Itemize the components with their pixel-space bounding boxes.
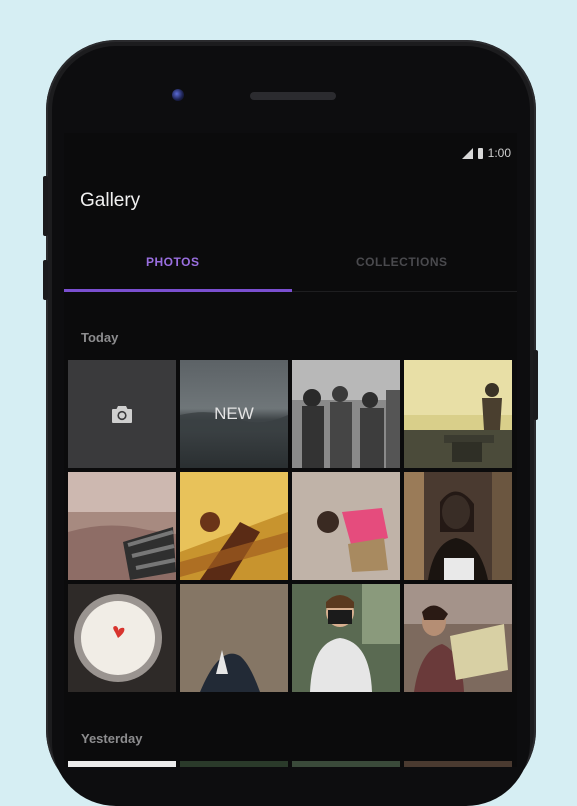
photo-thumbnail[interactable] [180, 472, 288, 580]
photo-thumbnail[interactable] [404, 584, 512, 692]
feet-photo-image [180, 584, 288, 692]
screen: 1:00 Gallery PHOTOS COLLECTIONS Today NE… [64, 133, 517, 767]
camera-icon [112, 406, 132, 423]
arm-photo-image [68, 472, 176, 580]
earpiece-speaker [250, 92, 336, 100]
new-badge: NEW [214, 404, 254, 423]
tab-collections[interactable]: COLLECTIONS [356, 255, 448, 269]
reading-photo-image [404, 584, 512, 692]
alert-slider [43, 260, 48, 300]
photo-thumbnail[interactable] [292, 584, 400, 692]
power-button [533, 350, 538, 420]
photo-grid-yesterday [68, 761, 517, 767]
photo-thumbnail[interactable] [68, 472, 176, 580]
signal-icon [461, 147, 473, 159]
status-time: 1:00 [487, 146, 511, 160]
tab-indicator [64, 289, 292, 292]
sunlight-photo-image [180, 472, 288, 580]
photo-thumbnail[interactable] [180, 761, 288, 767]
group-photo-image [292, 360, 400, 468]
photo-thumbnail[interactable] [180, 584, 288, 692]
section-label-today: Today [81, 330, 119, 345]
dessert-photo-image [68, 584, 176, 692]
page-title: Gallery [80, 190, 141, 211]
photo-thumbnail[interactable] [404, 360, 512, 468]
photo-thumbnail[interactable] [292, 472, 400, 580]
volume-button [43, 176, 48, 236]
battery-icon [477, 147, 483, 159]
photo-thumbnail[interactable] [404, 472, 512, 580]
section-label-yesterday: Yesterday [81, 731, 143, 746]
camera-tile[interactable] [68, 360, 176, 468]
tab-photos[interactable]: PHOTOS [146, 255, 199, 269]
photo-thumbnail[interactable] [292, 761, 400, 767]
photo-thumbnail[interactable]: NEW [180, 360, 288, 468]
beach-photo-image [404, 360, 512, 468]
photo-thumbnail[interactable] [68, 761, 176, 767]
photographer-photo-image [292, 584, 400, 692]
child-photo-image [292, 472, 400, 580]
status-bar: 1:00 [461, 146, 511, 160]
tab-bar: PHOTOS COLLECTIONS [64, 243, 517, 293]
front-camera [172, 89, 184, 101]
photo-thumbnail[interactable] [68, 584, 176, 692]
photo-thumbnail[interactable] [404, 761, 512, 767]
photo-thumbnail[interactable] [292, 360, 400, 468]
portrait-photo-image [404, 472, 512, 580]
